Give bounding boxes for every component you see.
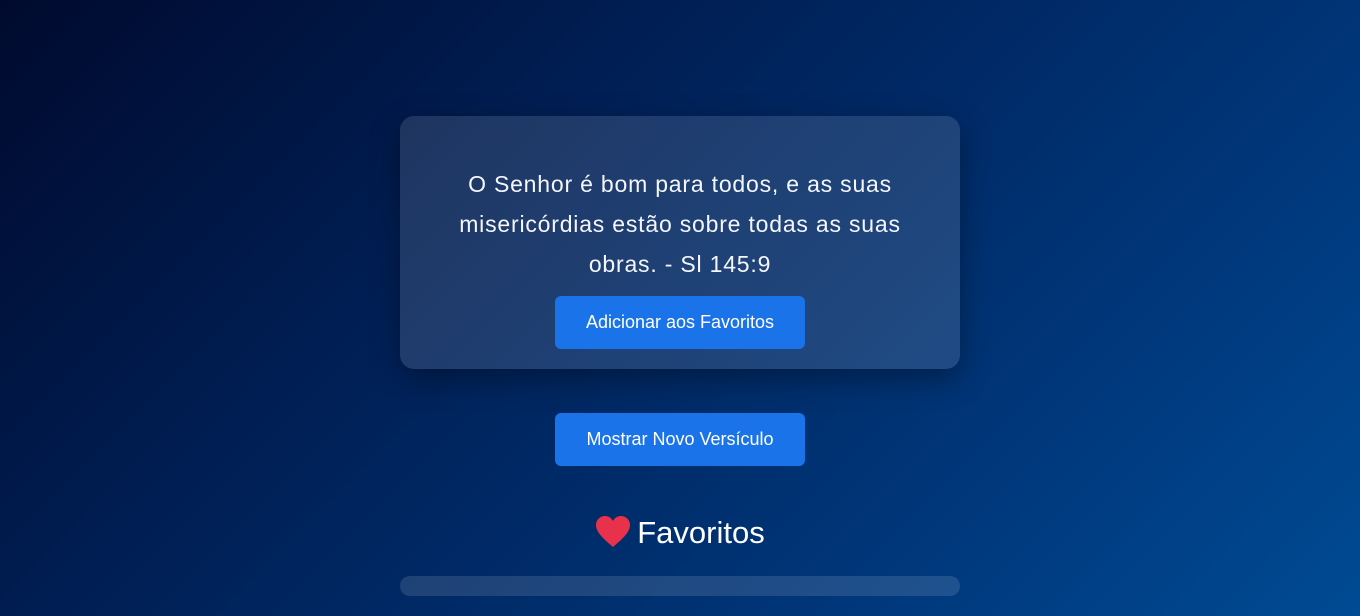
favorites-heading: Favoritos	[0, 509, 1360, 557]
verse-card: O Senhor é bom para todos, e as suas mis…	[400, 116, 960, 369]
show-new-verse-button[interactable]: Mostrar Novo Versículo	[555, 413, 805, 466]
favorites-list	[400, 576, 960, 596]
favorites-heading-label: Favoritos	[637, 515, 765, 550]
heart-icon	[596, 515, 631, 547]
verse-text: O Senhor é bom para todos, e as suas mis…	[459, 171, 901, 277]
add-to-favorites-button[interactable]: Adicionar aos Favoritos	[555, 296, 805, 349]
